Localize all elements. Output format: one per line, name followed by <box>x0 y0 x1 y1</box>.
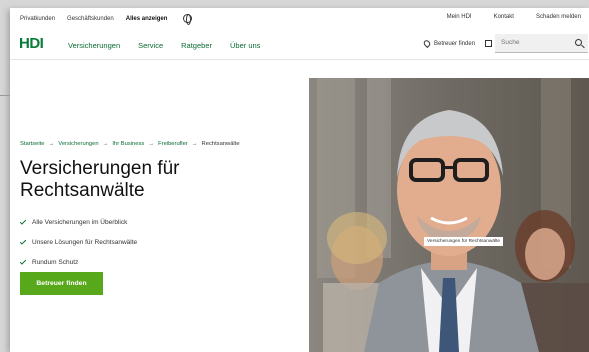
menu-service[interactable]: Service <box>138 41 163 50</box>
main-navigation: HDI Versicherungen Service Ratgeber Über… <box>10 30 589 60</box>
divider <box>0 95 10 96</box>
check-icon <box>19 237 27 245</box>
mein-hdi-link[interactable]: Mein HDI <box>447 14 472 20</box>
privatkunden-link[interactable]: Privatkunden <box>20 16 55 22</box>
geschaeftskunden-link[interactable]: Geschäftskunden <box>67 16 114 22</box>
audience-switch: Privatkunden Geschäftskunden Alles anzei… <box>20 14 193 25</box>
external-link-icon <box>485 40 493 47</box>
list-item: Alle Versicherungen im Überblick <box>19 212 137 232</box>
search-input[interactable] <box>501 39 571 46</box>
utility-bar: Privatkunden Geschäftskunden Alles anzei… <box>10 8 589 30</box>
hero-image <box>309 78 589 352</box>
menu-ueber-uns[interactable]: Über uns <box>230 41 260 50</box>
betreuer-finder-label: Betreuer finden <box>434 40 476 47</box>
page-title-line-2: Rechtsanwälte <box>20 180 145 201</box>
betreuer-finder-link[interactable]: Betreuer finden <box>422 38 493 49</box>
search-box[interactable] <box>495 34 588 53</box>
breadcrumb-ihr-business[interactable]: Ihr Business <box>112 141 144 147</box>
schaden-melden-link[interactable]: Schaden melden <box>536 14 581 20</box>
arrow-right-icon: → <box>102 141 109 147</box>
browser-page: Privatkunden Geschäftskunden Alles anzei… <box>10 8 589 352</box>
utility-links: Mein HDI Kontakt Schaden melden <box>447 14 581 20</box>
breadcrumb-versicherungen[interactable]: Versicherungen <box>58 141 98 147</box>
arrow-right-icon: → <box>48 141 55 147</box>
page-title: Versicherungen für Rechtsanwälte <box>20 158 310 202</box>
search-icon[interactable] <box>575 39 582 46</box>
breadcrumb-rechtsanwaelte: Rechtsanwälte <box>201 141 240 147</box>
feature-list: Alle Versicherungen im Überblick Unsere … <box>19 212 138 272</box>
alles-anzeigen-link[interactable]: Alles anzeigen <box>126 16 168 22</box>
feature-text: Alle Versicherungen im Überblick <box>32 218 128 226</box>
location-pin-icon <box>422 38 432 49</box>
page-title-line-1: Versicherungen für <box>20 158 180 179</box>
breadcrumb-freiberufler[interactable]: Freiberufler <box>158 141 188 147</box>
check-icon <box>19 217 27 225</box>
check-icon <box>19 257 27 265</box>
hdi-logo[interactable]: HDI <box>19 35 44 52</box>
arrow-right-icon: → <box>148 141 155 147</box>
globe-icon[interactable] <box>183 14 193 25</box>
betreuer-finden-button[interactable]: Betreuer finden <box>20 272 103 295</box>
list-item: Unsere Lösungen für Rechtsanwälte <box>19 232 138 252</box>
list-item: Rundum Schutz <box>19 252 137 272</box>
feature-text: Unsere Lösungen für Rechtsanwälte <box>32 238 138 246</box>
breadcrumb-startseite[interactable]: Startseite <box>20 141 45 147</box>
menu-ratgeber[interactable]: Ratgeber <box>181 41 212 50</box>
image-tooltip: Versicherungen für Rechtsanwälte <box>424 237 504 246</box>
feature-text: Rundum Schutz <box>32 258 79 266</box>
arrow-right-icon: → <box>191 141 198 147</box>
breadcrumb: Startseite → Versicherungen → Ihr Busine… <box>20 141 240 147</box>
kontakt-link[interactable]: Kontakt <box>494 14 514 20</box>
hero-photo-illustration <box>309 78 589 352</box>
menu-versicherungen[interactable]: Versicherungen <box>68 41 120 50</box>
main-menu: Versicherungen Service Ratgeber Über uns <box>68 41 260 50</box>
